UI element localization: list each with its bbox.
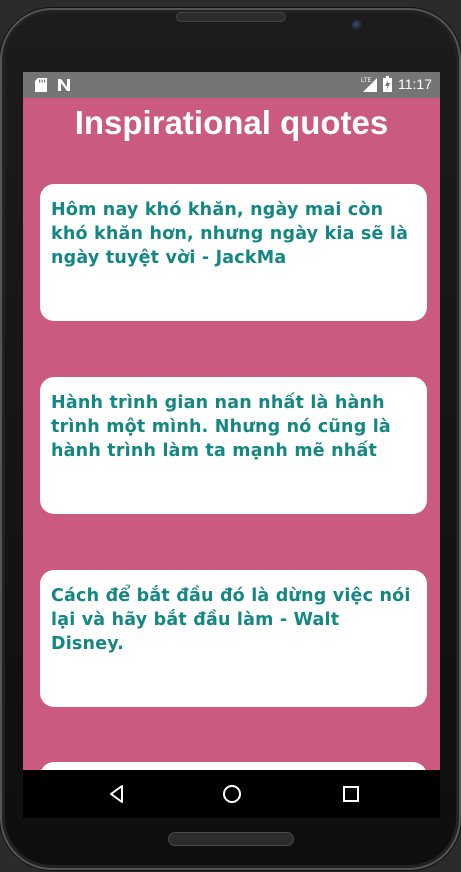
- bottom-speaker: [168, 832, 294, 846]
- navigation-bar: [23, 770, 440, 818]
- network-type-label: LTE: [361, 78, 372, 84]
- home-icon[interactable]: [220, 782, 244, 806]
- back-icon[interactable]: [105, 782, 129, 806]
- quote-text: Cách để bắt đầu đó là dừng việc nói lại …: [51, 586, 411, 654]
- quote-text: Hành trình gian nan nhất là hành trình m…: [51, 393, 391, 461]
- front-camera: [352, 20, 362, 30]
- top-speaker: [176, 12, 286, 22]
- sd-card-icon: [35, 78, 47, 92]
- recents-icon[interactable]: [339, 782, 363, 806]
- app-screen: LTE 11:17 Inspirational quotes Hôm nay k…: [23, 72, 440, 818]
- page-title: Inspirational quotes: [74, 104, 389, 141]
- quote-card[interactable]: Hành trình gian nan nhất là hành trình m…: [40, 377, 427, 514]
- quote-card[interactable]: Hôm nay khó khăn, ngày mai còn khó khăn …: [40, 184, 427, 321]
- status-clock: 11:17: [398, 76, 432, 92]
- quote-card[interactable]: Cách để bắt đầu đó là dừng việc nói lại …: [40, 570, 427, 707]
- signal-icon: LTE: [361, 78, 377, 92]
- status-bar: LTE 11:17: [23, 72, 440, 98]
- quote-text: Hôm nay khó khăn, ngày mai còn khó khăn …: [51, 200, 409, 268]
- battery-icon: [383, 76, 392, 92]
- notification-n-icon: [58, 79, 70, 91]
